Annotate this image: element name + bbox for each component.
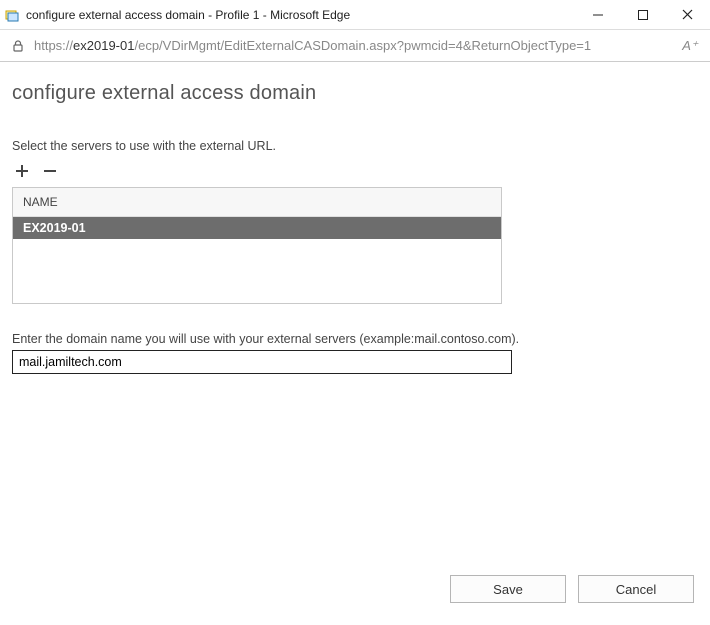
cancel-button[interactable]: Cancel [578, 575, 694, 603]
server-list: NAME EX2019-01 [12, 187, 502, 304]
server-select-instruction: Select the servers to use with the exter… [12, 139, 698, 153]
address-bar[interactable]: https://ex2019-01/ecp/VDirMgmt/EditExter… [0, 30, 710, 62]
window-title: configure external access domain - Profi… [26, 8, 575, 22]
url-scheme: https:// [34, 38, 73, 53]
save-button[interactable]: Save [450, 575, 566, 603]
window-titlebar: configure external access domain - Profi… [0, 0, 710, 30]
domain-instruction: Enter the domain name you will use with … [12, 332, 698, 346]
external-domain-input[interactable] [12, 350, 512, 374]
server-list-toolbar [12, 161, 698, 181]
url-path: /ecp/VDirMgmt/EditExternalCASDomain.aspx… [134, 38, 591, 53]
remove-server-button[interactable] [40, 161, 60, 181]
read-aloud-icon[interactable]: A⁺ [678, 38, 702, 54]
minimize-button[interactable] [575, 0, 620, 30]
window-favicon [4, 7, 20, 23]
server-list-body: EX2019-01 [13, 217, 501, 303]
maximize-button[interactable] [620, 0, 665, 30]
url-text: https://ex2019-01/ecp/VDirMgmt/EditExter… [34, 38, 678, 53]
close-button[interactable] [665, 0, 710, 30]
column-header-name[interactable]: NAME [13, 188, 501, 217]
page-title: configure external access domain [12, 82, 698, 105]
dialog-footer: Save Cancel [450, 575, 694, 603]
server-row[interactable]: EX2019-01 [13, 217, 501, 239]
url-host: ex2019-01 [73, 38, 134, 53]
lock-icon [8, 39, 28, 53]
page-content: configure external access domain Select … [0, 62, 710, 625]
add-server-button[interactable] [12, 161, 32, 181]
